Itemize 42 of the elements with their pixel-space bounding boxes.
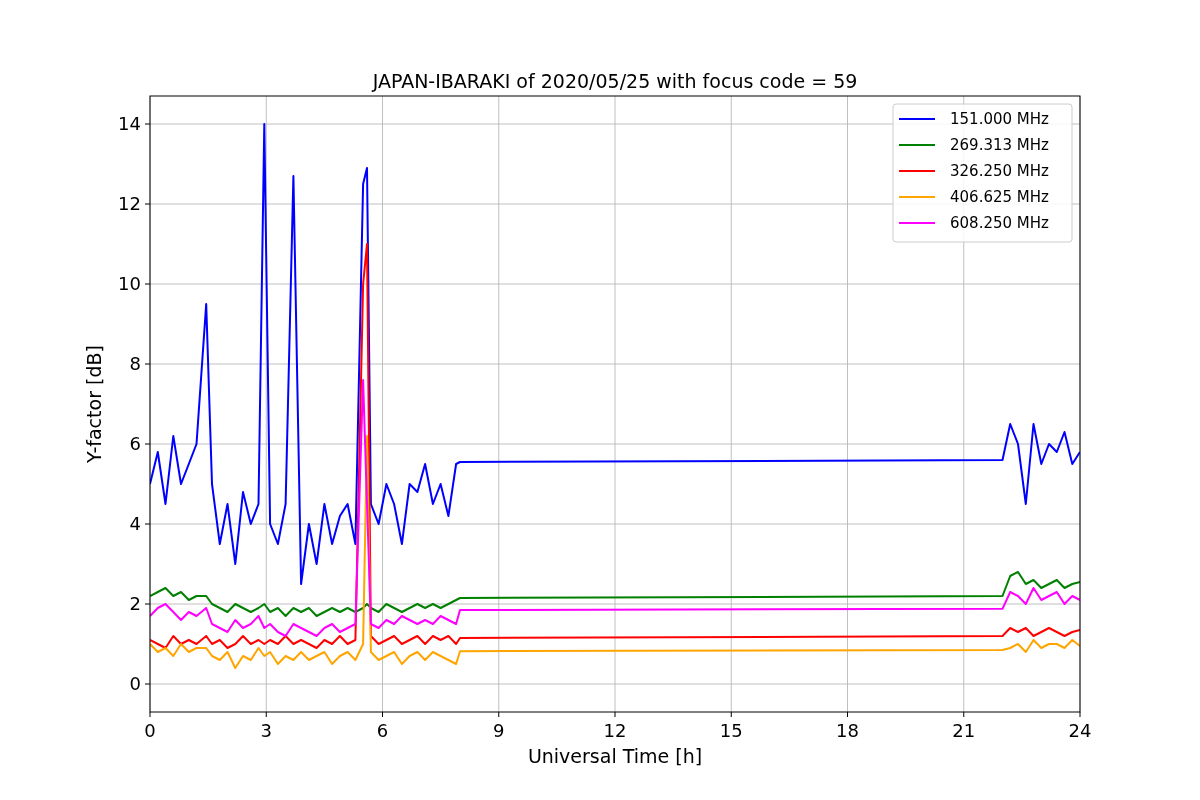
x-tick	[1079, 711, 1081, 718]
x-tick-label: 0	[144, 720, 156, 741]
chart-title: JAPAN-IBARAKI of 2020/05/25 with focus code = 59	[372, 70, 858, 92]
y-tick	[144, 523, 151, 525]
x-tick-label: 15	[719, 720, 743, 741]
x-tick	[498, 711, 500, 718]
y-tick-label: 12	[118, 193, 141, 214]
x-tick	[614, 711, 616, 718]
x-tick-label: 12	[603, 720, 627, 741]
x-tick-label: 3	[260, 720, 272, 741]
legend-label: 406.625 MHz	[950, 188, 1049, 206]
legend-label: 269.313 MHz	[950, 136, 1049, 154]
x-tick-label: 21	[952, 720, 976, 741]
x-tick-label: 6	[376, 720, 389, 741]
y-tick-label: 6	[129, 433, 141, 454]
y-tick	[144, 443, 151, 445]
x-tick	[382, 711, 383, 718]
legend-label: 326.250 MHz	[950, 162, 1049, 180]
x-tick	[265, 711, 267, 718]
x-tick	[847, 711, 848, 718]
x-tick	[730, 711, 732, 718]
y-axis-label: Y-factor [dB]	[83, 345, 105, 463]
y-tick-label: 2	[129, 593, 141, 614]
y-tick	[144, 123, 151, 125]
y-tick	[144, 683, 151, 685]
legend-label: 608.250 MHz	[950, 214, 1049, 232]
x-tick	[963, 711, 965, 718]
y-tick	[144, 363, 151, 365]
x-tick	[149, 711, 151, 718]
y-tick	[144, 283, 151, 285]
x-tick-label: 18	[836, 720, 859, 741]
y-tick	[144, 603, 151, 605]
y-tick-label: 0	[129, 673, 141, 694]
legend-label: 151.000 MHz	[950, 110, 1049, 128]
y-tick	[144, 203, 151, 205]
y-tick-label: 4	[129, 513, 141, 534]
x-tick-label: 24	[1068, 720, 1092, 741]
y-tick-label: 14	[118, 113, 141, 134]
x-tick-label: 9	[493, 720, 505, 741]
y-tick-label: 10	[118, 273, 141, 294]
x-axis-label: Universal Time [h]	[527, 745, 703, 767]
y-tick-label: 8	[129, 353, 141, 374]
